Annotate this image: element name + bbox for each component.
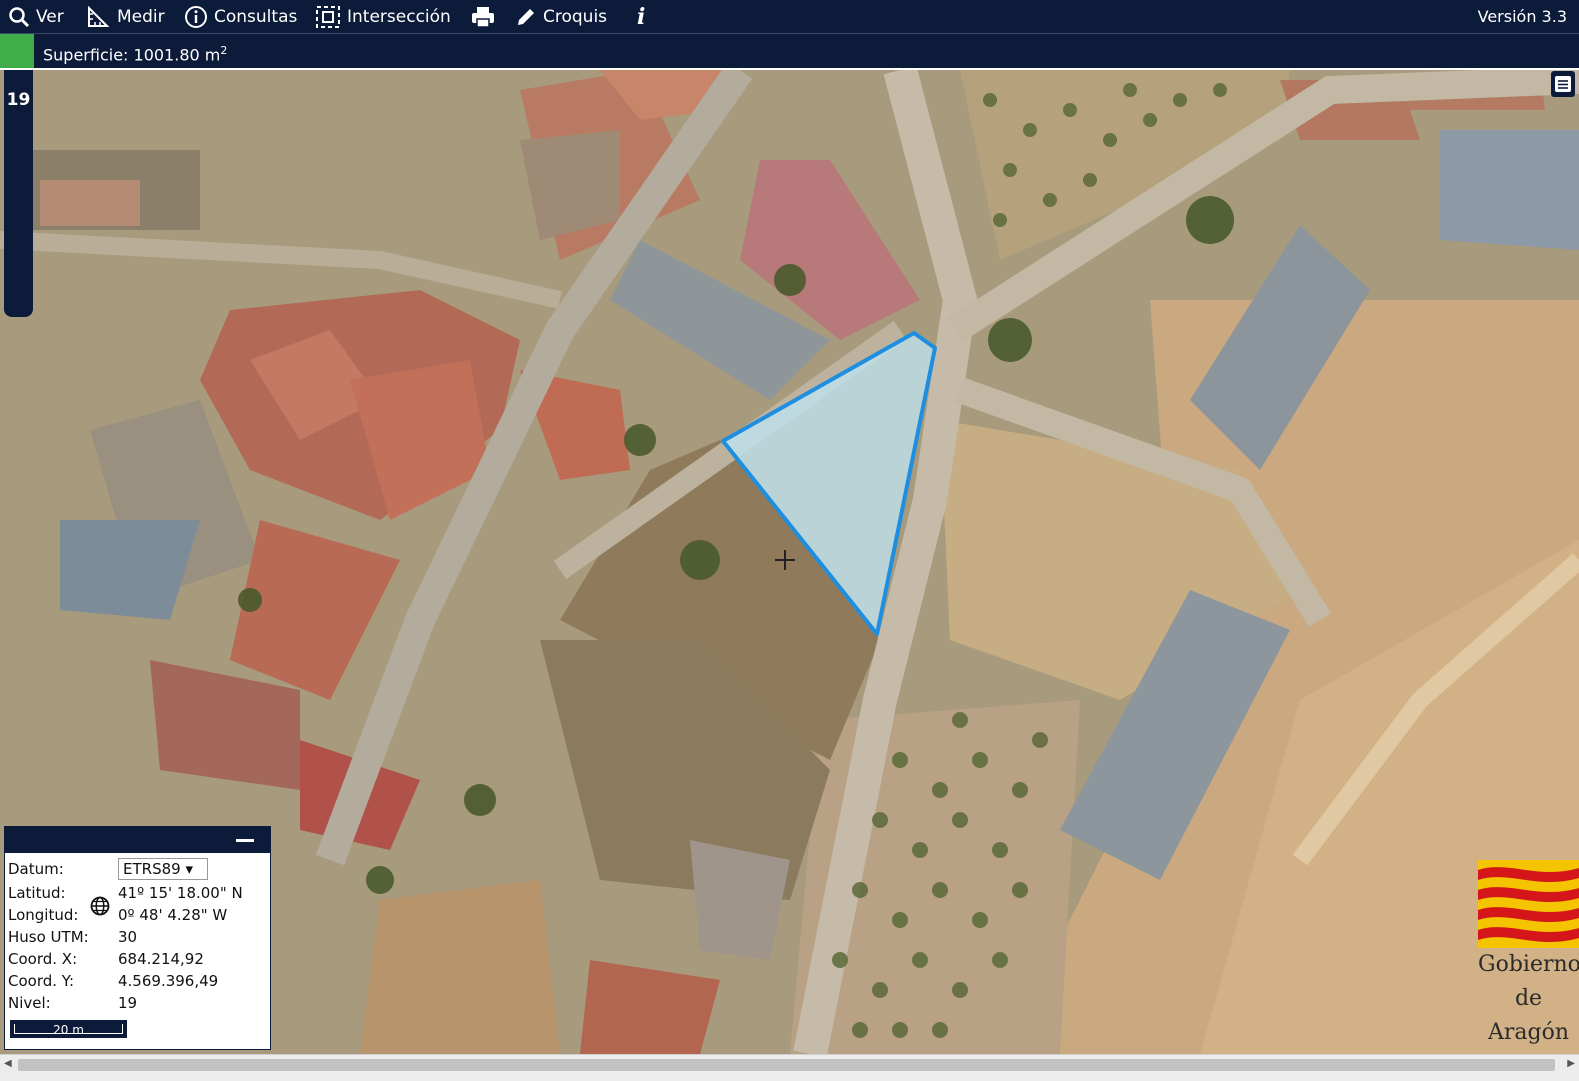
- coord-y-label: Coord. Y:: [8, 972, 75, 990]
- measure-bar: Superficie: 1001.80 m2: [0, 34, 1579, 70]
- zoom-level: 19: [6, 90, 31, 110]
- longitude-label: Longitud:: [8, 906, 79, 924]
- info-italic-icon: i: [637, 3, 646, 30]
- minimize-icon[interactable]: [236, 839, 254, 842]
- croquis-label: Croquis: [543, 6, 608, 27]
- scrollbar-thumb[interactable]: [18, 1059, 1555, 1071]
- logo-line-1: Gobierno: [1478, 952, 1579, 977]
- interseccion-button[interactable]: Intersección: [315, 0, 451, 33]
- coord-y-value: 4.569.396,49: [118, 972, 219, 990]
- medir-label: Medir: [117, 6, 165, 27]
- utm-zone-value: 30: [118, 928, 138, 946]
- logo-line-3: Aragón: [1487, 1020, 1570, 1045]
- level-value: 19: [118, 994, 138, 1012]
- latitude-label: Latitud:: [8, 884, 66, 902]
- printer-icon: [472, 6, 494, 28]
- datum-select[interactable]: ETRS89 ▾: [118, 858, 208, 880]
- layers-button[interactable]: [1551, 71, 1575, 97]
- main-toolbar: Ver Medir Consultas Intersección Croquis…: [0, 0, 1579, 34]
- ver-button[interactable]: Ver: [8, 0, 64, 33]
- logo-line-2: de: [1514, 986, 1543, 1011]
- scroll-left-icon[interactable]: ◀: [4, 1058, 12, 1069]
- utm-zone-label: Huso UTM:: [8, 928, 89, 946]
- layers-list-icon: [1555, 76, 1571, 92]
- search-icon: [9, 6, 30, 27]
- level-label: Nivel:: [8, 994, 51, 1012]
- ver-label: Ver: [36, 6, 64, 27]
- longitude-value: 0º 48' 4.28" W: [118, 906, 228, 924]
- aragon-flag-icon: [1478, 860, 1579, 948]
- info-circle-icon: [185, 5, 207, 28]
- scale-bar: 20 m: [10, 1020, 127, 1038]
- ruler-icon: [88, 5, 110, 27]
- zoom-panel[interactable]: 19: [4, 70, 33, 317]
- consultas-button[interactable]: Consultas: [184, 0, 297, 33]
- datum-label: Datum:: [8, 860, 64, 878]
- area-value: Superficie: 1001.80 m: [43, 45, 221, 65]
- latitude-value: 41º 15' 18.00" N: [118, 884, 243, 902]
- coord-x-value: 684.214,92: [118, 950, 204, 968]
- pencil-icon: [518, 8, 534, 25]
- scale-bar-label: 20 m: [14, 1024, 123, 1037]
- scroll-right-icon[interactable]: ▶: [1567, 1058, 1575, 1069]
- gobierno-aragon-logo: Gobierno de Aragón: [1478, 858, 1579, 1058]
- interseccion-label: Intersección: [347, 6, 451, 27]
- measure-color-swatch: [0, 34, 34, 68]
- coordinates-panel: Datum: ETRS89 ▾ Latitud: 41º 15' 18.00" …: [4, 826, 271, 1050]
- print-button[interactable]: [470, 0, 496, 33]
- coordinates-panel-header: [5, 827, 270, 853]
- horizontal-scrollbar[interactable]: ◀ ▶: [0, 1054, 1579, 1081]
- globe-icon[interactable]: [90, 896, 110, 916]
- info-button[interactable]: i: [637, 0, 645, 33]
- coord-x-label: Coord. X:: [8, 950, 78, 968]
- area-unit-exponent: 2: [220, 44, 228, 57]
- version-label: Versión 3.3: [1477, 7, 1567, 26]
- medir-button[interactable]: Medir: [87, 0, 165, 33]
- intersection-icon: [316, 5, 340, 28]
- area-readout: Superficie: 1001.80 m2: [43, 44, 227, 64]
- consultas-label: Consultas: [214, 6, 298, 27]
- croquis-button[interactable]: Croquis: [515, 0, 607, 33]
